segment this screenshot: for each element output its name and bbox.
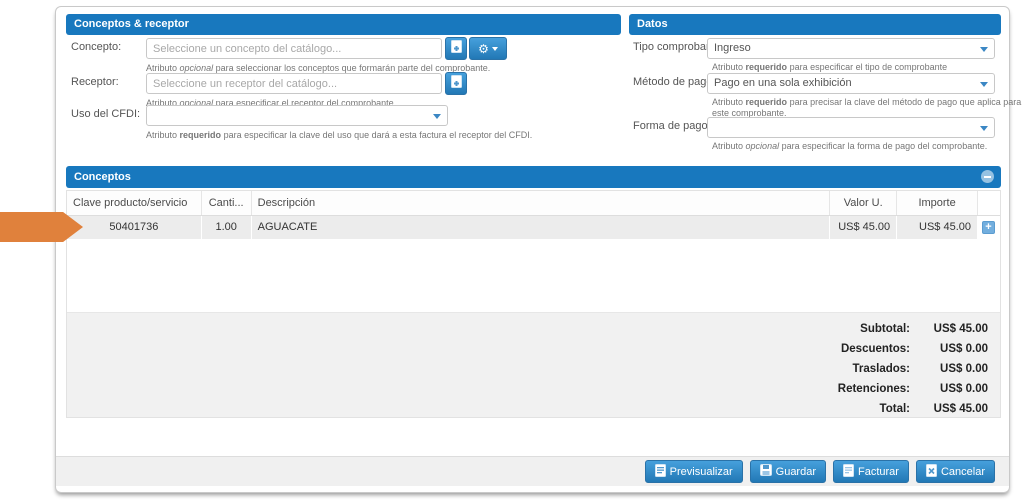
preview-document-icon	[655, 464, 666, 480]
cfdi-invoice-editor: Conceptos & receptor Concepto: ⚙ Atribut…	[0, 0, 1024, 503]
document-plus-icon	[451, 40, 462, 58]
cell-valor-unitario: US$ 45.00	[830, 216, 897, 239]
panel-header-conceptos-receptor: Conceptos & receptor	[66, 14, 621, 35]
footer-action-bar: Previsualizar Guardar Facturar Cancelar	[56, 456, 1009, 486]
guardar-button[interactable]: Guardar	[750, 460, 826, 483]
chevron-down-icon	[492, 47, 498, 51]
total-row-retenciones: Retenciones: US$ 0.00	[67, 379, 1000, 399]
conceptos-grid: Clave producto/servicio Canti... Descrip…	[66, 190, 1001, 418]
grid-header-row: Clave producto/servicio Canti... Descrip…	[67, 191, 1000, 216]
panel-header-datos: Datos	[629, 14, 1001, 35]
chevron-down-icon	[980, 47, 988, 52]
save-icon	[760, 464, 772, 479]
forma-pago-label: Forma de pago:	[633, 120, 711, 132]
cell-cantidad: 1.00	[202, 216, 252, 239]
invoice-card: Conceptos & receptor Concepto: ⚙ Atribut…	[55, 6, 1010, 493]
column-header-descripcion[interactable]: Descripción	[252, 191, 831, 215]
column-header-actions	[978, 191, 1000, 215]
chevron-down-icon	[980, 126, 988, 131]
cell-clave: 50401736	[67, 216, 202, 239]
metodo-pago-label: Método de pago:	[633, 76, 716, 88]
panel-title: Conceptos	[74, 171, 131, 183]
plus-icon[interactable]: +	[982, 221, 995, 234]
metodo-pago-select[interactable]: Pago en una sola exhibición	[707, 73, 995, 94]
concepto-input[interactable]	[146, 38, 442, 59]
total-row-subtotal: Subtotal: US$ 45.00	[67, 319, 1000, 339]
receptor-label: Receptor:	[71, 76, 119, 88]
forma-pago-select[interactable]	[707, 117, 995, 138]
cell-descripcion: AGUACATE	[252, 216, 831, 239]
column-header-importe[interactable]: Importe	[897, 191, 978, 215]
chevron-down-icon	[433, 114, 441, 119]
uso-cfdi-select[interactable]	[146, 105, 448, 126]
panel-title: Conceptos & receptor	[74, 18, 189, 30]
chevron-down-icon	[980, 82, 988, 87]
previsualizar-button[interactable]: Previsualizar	[645, 460, 743, 483]
receptor-input[interactable]	[146, 73, 442, 94]
tipo-comprobante-select[interactable]: Ingreso	[707, 38, 995, 59]
document-plus-icon	[451, 75, 462, 93]
tipo-comprobante-helper-text: Atributo requerido para especificar el t…	[712, 62, 947, 73]
cancelar-button[interactable]: Cancelar	[916, 460, 995, 483]
receptor-add-button[interactable]	[445, 72, 467, 95]
concepto-options-button[interactable]: ⚙	[469, 37, 507, 60]
cell-actions: +	[978, 216, 1000, 239]
uso-cfdi-label: Uso del CFDI:	[71, 108, 140, 120]
cancel-document-icon	[926, 464, 937, 480]
metodo-pago-helper-text: Atributo requerido para precisar la clav…	[712, 97, 1024, 119]
total-row-descuentos: Descuentos: US$ 0.00	[67, 339, 1000, 359]
panel-title: Datos	[637, 18, 668, 30]
metodo-pago-value: Pago en una sola exhibición	[714, 77, 852, 89]
collapse-panel-button[interactable]	[981, 170, 994, 183]
column-header-clave[interactable]: Clave producto/servicio	[67, 191, 202, 215]
uso-cfdi-helper-text: Atributo requerido para especificar la c…	[146, 130, 532, 141]
panel-header-conceptos: Conceptos	[66, 166, 1001, 188]
cell-importe: US$ 45.00	[897, 216, 978, 239]
facturar-button[interactable]: Facturar	[833, 460, 909, 483]
column-header-cantidad[interactable]: Canti...	[202, 191, 252, 215]
gear-icon: ⚙	[478, 43, 489, 55]
total-row-total: Total: US$ 45.00	[67, 399, 1000, 419]
forma-pago-helper-text: Atributo opcional para especificar la fo…	[712, 141, 987, 152]
concepto-table-row[interactable]: 50401736 1.00 AGUACATE US$ 45.00 US$ 45.…	[67, 216, 1000, 239]
concepto-add-button[interactable]	[445, 37, 467, 60]
totals-section: Subtotal: US$ 45.00 Descuentos: US$ 0.00…	[67, 312, 1000, 417]
total-row-traslados: Traslados: US$ 0.00	[67, 359, 1000, 379]
concepto-label: Concepto:	[71, 41, 121, 53]
column-header-valor-unitario[interactable]: Valor U.	[830, 191, 897, 215]
invoice-document-icon	[843, 464, 854, 480]
tipo-comprobante-value: Ingreso	[714, 42, 751, 54]
